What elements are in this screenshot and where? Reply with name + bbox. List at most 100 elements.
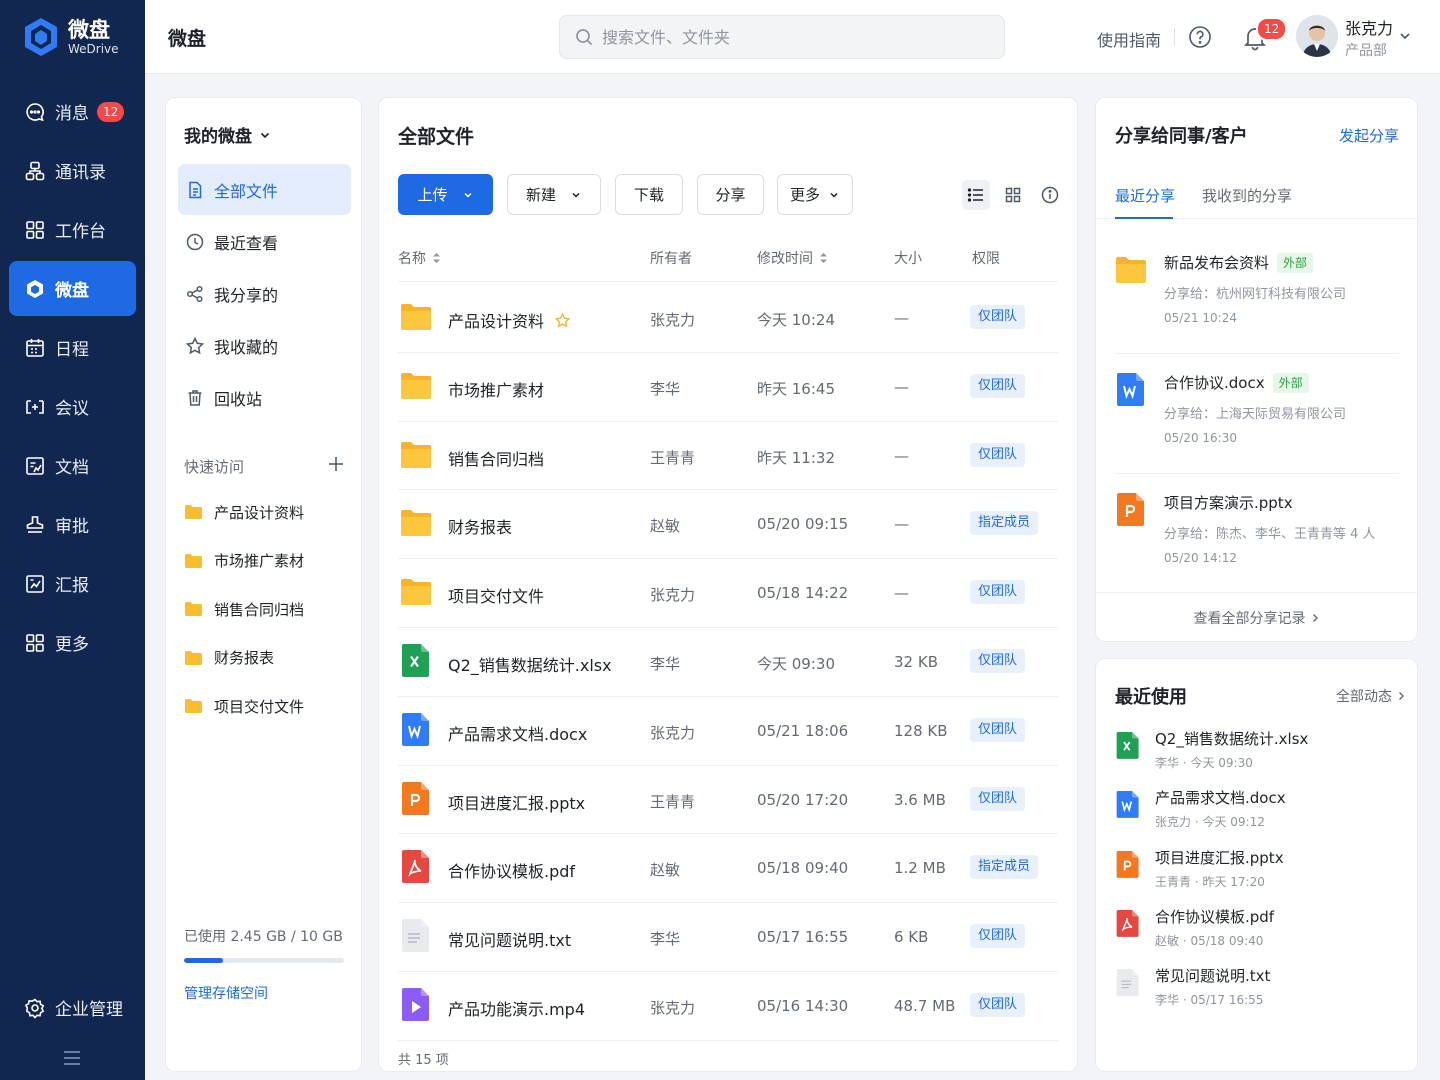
nav-item-calendar[interactable]: 日程 [9,320,136,375]
modified-cell: 昨天 11:32 [757,448,835,467]
table-row[interactable]: 产品功能演示.mp4 张克力 05/16 14:30 48.7 MB 仅团队 [398,972,1058,1041]
file-name-cell[interactable]: 销售合同归档 [448,446,544,470]
nav-item-messages[interactable]: 消息 12 [9,84,136,139]
quick-access-item[interactable]: 销售合同归档 [184,585,349,634]
file-name-cell[interactable]: 财务报表 [448,514,512,538]
quick-access-list: 产品设计资料 市场推广素材 销售合同归档 财务报表 项目交付文件 [184,488,349,731]
info-button[interactable] [1036,180,1064,210]
recent-item[interactable]: 常见问题说明.txt 李华 · 05/17 16:55 [1115,962,1399,1021]
recent-item[interactable]: 项目进度汇报.pptx 王青青 · 昨天 17:20 [1115,844,1399,903]
share-item[interactable]: 新品发布会资料 外部 分享给：杭州网钉科技有限公司 05/21 10:24 [1115,234,1399,354]
quick-access-label: 市场推广素材 [214,552,305,571]
my-drive-dropdown[interactable]: 我的微盘 [184,122,272,147]
size-cell: 32 KB [894,652,938,671]
nav-item-more[interactable]: 更多 [9,615,136,670]
upload-button[interactable]: 上传 [398,174,493,215]
recent-file-name: 项目进度汇报.pptx [1155,848,1284,867]
column-name[interactable]: 名称 [398,248,441,268]
share-button[interactable]: 分享 [697,174,764,215]
recent-file-name: 产品需求文档.docx [1155,789,1286,808]
grid-view-icon [1005,187,1021,203]
table-row[interactable]: 常见问题说明.txt 李华 05/17 16:55 6 KB 仅团队 [398,903,1058,972]
tab-recent-shares[interactable]: 最近分享 [1115,185,1175,206]
file-name-cell[interactable]: 产品功能演示.mp4 [448,996,585,1020]
start-share-link[interactable]: 发起分享 [1339,125,1399,146]
plus-icon[interactable] [327,455,345,473]
chevron-down-icon[interactable] [1397,28,1413,44]
sidebar-item-recent[interactable]: 最近查看 [178,216,351,267]
table-row[interactable]: Q2_销售数据统计.xlsx 李华 今天 09:30 32 KB 仅团队 [398,628,1058,697]
download-button[interactable]: 下载 [615,174,683,215]
file-name-cell[interactable]: 合作协议模板.pdf [448,858,575,882]
nav-item-workbench[interactable]: 工作台 [9,202,136,257]
more-button[interactable]: 更多 [777,174,853,215]
hamburger-menu-icon[interactable] [60,1046,84,1070]
share-panel: 分享给同事/客户 发起分享 最近分享 我收到的分享 新品发布会资料 外部 分享给：杭… [1095,97,1418,642]
size-cell: 6 KB [894,928,929,947]
file-name-cell[interactable]: Q2_销售数据统计.xlsx [448,652,612,676]
all-activity-link[interactable]: 全部动态 [1336,686,1406,706]
sidebar-item-all-files[interactable]: 全部文件 [178,164,351,215]
nav-item-contacts[interactable]: 通讯录 [9,143,136,198]
nav-item-approval[interactable]: 审批 [9,497,136,552]
table-row[interactable]: 合作协议模板.pdf 赵敏 05/18 09:40 1.2 MB 指定成员 [398,834,1058,904]
new-button[interactable]: 新建 [507,174,601,215]
tab-received-shares[interactable]: 我收到的分享 [1202,185,1292,206]
search-box[interactable] [559,15,1005,59]
quick-access-item[interactable]: 项目交付文件 [184,682,349,731]
nav-item-report[interactable]: 汇报 [9,556,136,611]
share-item[interactable]: 项目方案演示.pptx 分享给：陈杰、李华、王青青等 4 人 05/20 14:12 [1115,474,1399,594]
user-name[interactable]: 张克力 [1345,15,1393,39]
nav-item-enterprise-admin[interactable]: 企业管理 [9,980,136,1035]
search-input[interactable] [602,27,982,47]
quick-access-item[interactable]: 产品设计资料 [184,488,349,537]
folder-icon [401,510,431,537]
help-icon[interactable] [1188,25,1212,49]
file-name-cell[interactable]: 项目进度汇报.pptx [448,790,585,814]
nav-item-docs[interactable]: 文档 [9,438,136,493]
file-name-cell[interactable]: 项目交付文件 [448,583,544,607]
nav-item-drive[interactable]: 微盘 [9,261,136,316]
table-row[interactable]: 产品设计资料 张克力 今天 10:24 — 仅团队 [398,284,1058,353]
star-icon[interactable] [554,312,571,329]
word-file-icon [1116,791,1139,819]
sidebar-item-trash[interactable]: 回收站 [178,372,351,423]
user-guide-link[interactable]: 使用指南 [1097,27,1161,51]
file-name-cell[interactable]: 市场推广素材 [448,377,544,401]
file-name-cell[interactable]: 产品需求文档.docx [448,721,587,745]
nav-item-meeting[interactable]: 会议 [9,379,136,434]
folder-icon [185,699,202,714]
column-modified[interactable]: 修改时间 [757,248,828,268]
share-label: 分享 [715,186,746,204]
recent-item[interactable]: 产品需求文档.docx 张克力 · 今天 09:12 [1115,784,1399,843]
file-name: 财务报表 [448,518,513,538]
table-row[interactable]: 市场推广素材 李华 昨天 16:45 — 仅团队 [398,353,1058,422]
word-file-icon [402,712,429,746]
table-row[interactable]: 财务报表 赵敏 05/20 09:15 — 指定成员 [398,490,1058,560]
recent-list: Q2_销售数据统计.xlsx 李华 · 今天 09:30 产品需求文档.docx 张克… [1115,725,1399,1021]
table-row[interactable]: 项目进度汇报.pptx 王青青 05/20 17:20 3.6 MB 仅团队 [398,766,1058,835]
list-view-button[interactable] [962,180,990,210]
grid-view-button[interactable] [999,180,1027,210]
table-row[interactable]: 销售合同归档 王青青 昨天 11:32 — 仅团队 [398,422,1058,491]
quick-access-item[interactable]: 财务报表 [184,634,349,683]
quick-access-item[interactable]: 市场推广素材 [184,537,349,586]
share-item[interactable]: 合作协议.docx 外部 分享给：上海天际贸易有限公司 05/20 16:30 [1115,354,1399,474]
file-name-cell[interactable]: 产品设计资料 [448,308,571,332]
folder-icon [185,602,202,617]
table-row[interactable]: 项目交付文件 张克力 05/18 14:22 — 仅团队 [398,559,1058,628]
sidebar-item-label: 回收站 [214,389,263,409]
recent-item[interactable]: 合作协议模板.pdf 赵敏 · 05/18 09:40 [1115,903,1399,962]
contacts-icon [25,161,45,180]
avatar[interactable] [1296,15,1338,57]
external-tag: 外部 [1277,252,1314,273]
sidebar-item-shared[interactable]: 我分享的 [178,268,351,319]
view-all-shares-link[interactable]: 查看全部分享记录 [1096,592,1417,642]
sidebar-item-label: 全部文件 [214,181,279,201]
modified-cell: 05/16 14:30 [757,996,849,1015]
table-row[interactable]: 产品需求文档.docx 张克力 05/21 18:06 128 KB 仅团队 [398,697,1058,766]
file-name-cell[interactable]: 常见问题说明.txt [448,927,571,951]
sidebar-item-starred[interactable]: 我收藏的 [178,320,351,371]
manage-storage-link[interactable]: 管理存储空间 [184,983,268,1003]
recent-item[interactable]: Q2_销售数据统计.xlsx 李华 · 今天 09:30 [1115,725,1399,784]
